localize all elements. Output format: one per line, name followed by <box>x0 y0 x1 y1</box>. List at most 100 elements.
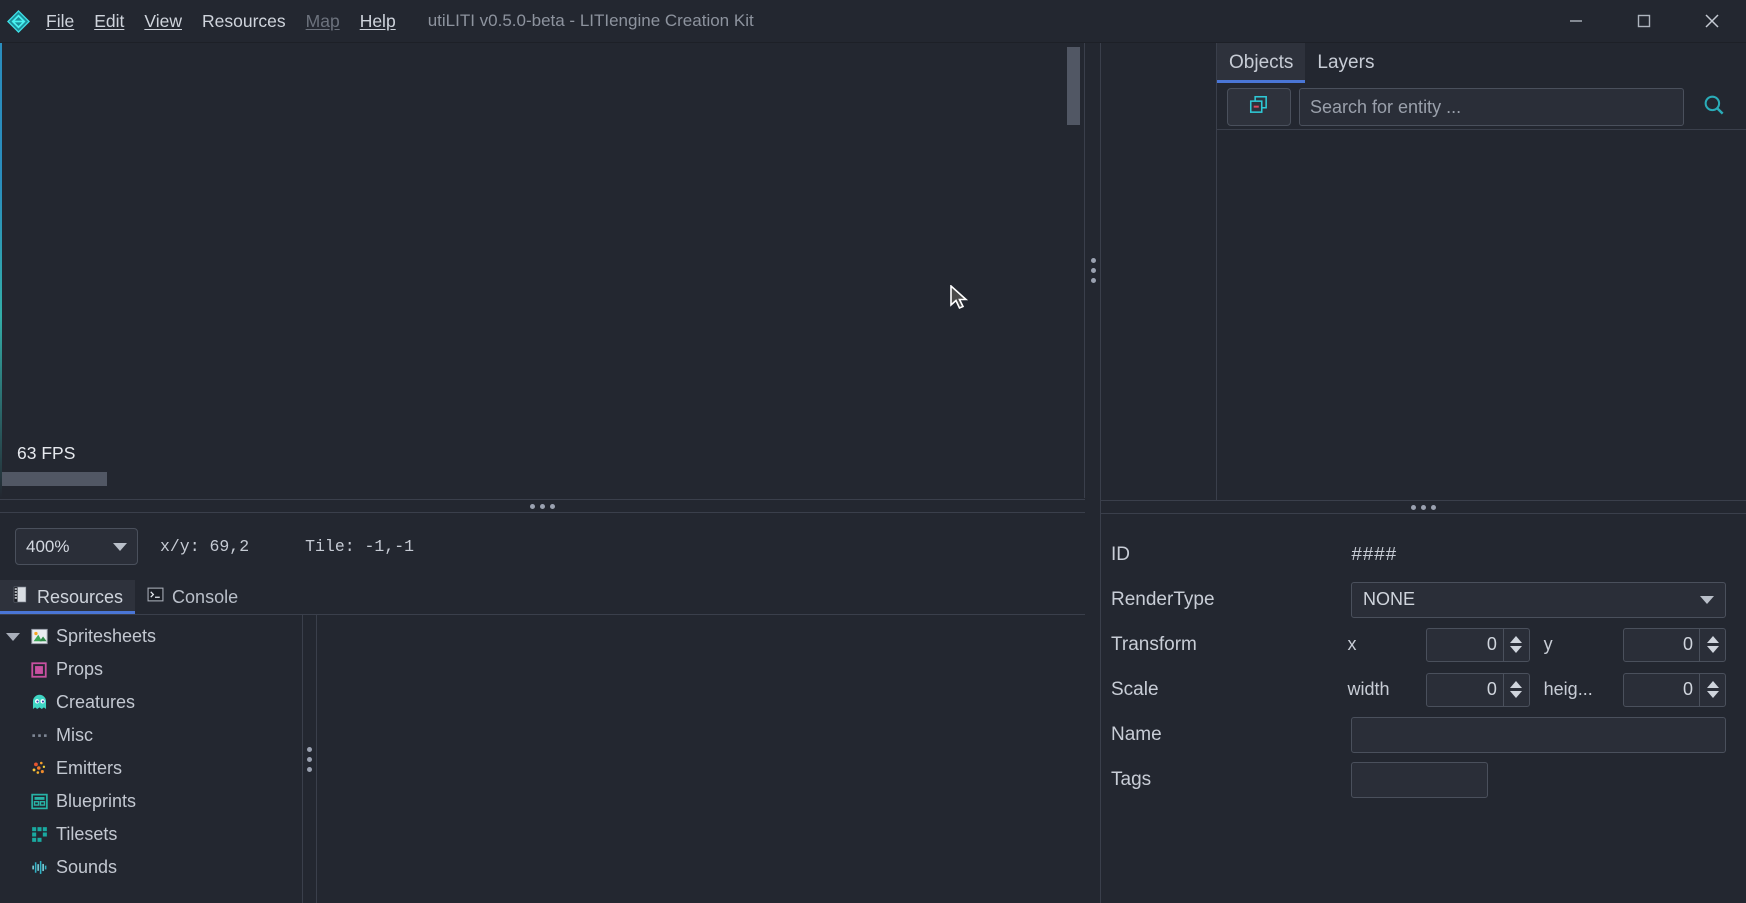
name-input[interactable] <box>1351 716 1726 753</box>
tab-resources-label: Resources <box>37 586 124 607</box>
scale-height-stepper[interactable]: 0 <box>1622 672 1726 707</box>
chevron-down-icon <box>113 542 127 551</box>
tab-objects[interactable]: Objects <box>1217 43 1306 83</box>
resources-vertical-splitter[interactable] <box>303 615 317 903</box>
menu-file-label: File <box>46 10 75 31</box>
resource-detail-panel <box>318 615 1085 903</box>
menu-help[interactable]: Help <box>350 0 406 43</box>
main-vertical-splitter[interactable] <box>1086 43 1100 498</box>
property-row-name: Name <box>1106 712 1726 757</box>
objects-panel: Objects Layers <box>1217 43 1746 500</box>
rendertype-label: RenderType <box>1111 588 1215 610</box>
tree-node-label: Props <box>56 659 104 679</box>
canvas-bottom-splitter[interactable] <box>0 499 1085 513</box>
tab-layers-label: Layers <box>1317 52 1375 73</box>
id-value: #### <box>1351 543 1397 566</box>
menu-edit[interactable]: Edit <box>84 0 134 43</box>
menu-view[interactable]: View <box>134 0 192 43</box>
canvas-vertical-scrollbar[interactable] <box>1065 45 1082 485</box>
status-bar: 400% x/y: 69,2 Tile: -1,-1 <box>0 513 1085 580</box>
mouse-cursor-icon <box>950 284 972 318</box>
objects-tab-bar: Objects Layers <box>1217 43 1746 83</box>
stepper-arrows-icon[interactable] <box>1699 628 1725 661</box>
stepper-arrows-icon[interactable] <box>1502 628 1529 661</box>
transform-x-value[interactable]: 0 <box>1427 629 1503 661</box>
scale-width-value[interactable]: 0 <box>1427 674 1503 706</box>
duplicate-remove-icon <box>1248 94 1270 121</box>
splitter-grip-icon <box>1090 258 1096 283</box>
stepper-arrows-icon[interactable] <box>1699 673 1725 706</box>
app-window: File Edit View Resources Map Help utiLIT… <box>0 0 1746 903</box>
entity-list[interactable] <box>1217 129 1746 500</box>
tab-console[interactable]: Console <box>135 580 250 614</box>
transform-label: Transform <box>1111 633 1197 655</box>
property-row-rendertype: RenderType NONE <box>1106 577 1726 622</box>
tree-node-sounds[interactable]: Sounds <box>0 851 302 884</box>
map-canvas-pane[interactable]: 63 FPS <box>0 43 1085 498</box>
tree-node-label: Spritesheets <box>56 626 157 646</box>
search-icon-button[interactable] <box>1692 88 1736 126</box>
chevron-down-icon <box>1700 595 1714 604</box>
objects-outer: Objects Layers <box>1101 43 1746 500</box>
tree-node-spritesheets[interactable]: Spritesheets <box>0 620 302 653</box>
tags-label: Tags <box>1111 768 1152 790</box>
stepper-arrows-icon[interactable] <box>1502 673 1529 706</box>
zoom-select[interactable]: 400% <box>15 528 138 565</box>
tilesets-icon <box>26 825 52 844</box>
scale-height-label: heig... <box>1543 679 1593 699</box>
tree-node-props[interactable]: Props <box>0 653 302 686</box>
rendertype-select-value: NONE <box>1363 589 1416 609</box>
property-row-tags: Tags <box>1106 757 1726 802</box>
layer-preview-gutter <box>1101 43 1227 500</box>
tab-console-label: Console <box>172 586 239 607</box>
tile-coordinates: Tile: -1,-1 <box>305 537 415 556</box>
tab-layers[interactable]: Layers <box>1305 43 1386 83</box>
creatures-icon <box>26 693 52 712</box>
menu-map: Map <box>296 0 350 43</box>
property-row-id: ID #### <box>1106 532 1726 577</box>
cursor-coordinates: x/y: 69,2 <box>160 537 250 556</box>
right-pane: Objects Layers Search for entity ... ID … <box>1100 43 1746 903</box>
map-canvas[interactable] <box>0 43 1066 480</box>
tree-node-label: Tilesets <box>56 824 118 844</box>
rendertype-select[interactable]: NONE <box>1351 581 1726 618</box>
props-icon <box>26 661 52 679</box>
minimize-button[interactable] <box>1542 0 1610 43</box>
canvas-vertical-scrollbar-thumb[interactable] <box>1067 47 1080 125</box>
tree-node-misc[interactable]: Misc <box>0 719 302 752</box>
menu-file[interactable]: File <box>36 0 84 43</box>
resources-icon <box>12 586 29 608</box>
transform-y-stepper[interactable]: 0 <box>1622 627 1726 662</box>
tree-node-emitters[interactable]: Emitters <box>0 752 302 785</box>
maximize-button[interactable] <box>1610 0 1678 43</box>
transform-x-label: x <box>1347 634 1357 654</box>
menu-resources[interactable]: Resources <box>192 0 296 43</box>
tree-node-creatures[interactable]: Creatures <box>0 686 302 719</box>
transform-y-value[interactable]: 0 <box>1624 629 1700 661</box>
tree-node-blueprints[interactable]: Blueprints <box>0 785 302 818</box>
blueprints-icon <box>26 792 52 811</box>
scale-width-stepper[interactable]: 0 <box>1426 672 1530 707</box>
chevron-expanded-icon[interactable] <box>0 632 26 641</box>
tab-resources[interactable]: Resources <box>0 580 136 614</box>
id-label: ID <box>1111 543 1130 565</box>
menu-map-label: Map <box>305 10 340 31</box>
spritesheet-icon <box>26 627 52 646</box>
properties-splitter[interactable] <box>1101 500 1746 514</box>
canvas-horizontal-scrollbar[interactable] <box>0 471 1068 488</box>
tree-node-label: Emitters <box>56 758 123 778</box>
resource-tree[interactable]: Spritesheets Props Creatures Misc Emitte… <box>0 615 302 903</box>
duplicate-remove-icon-button[interactable] <box>1227 88 1291 126</box>
tree-node-label: Blueprints <box>56 791 137 811</box>
tags-input[interactable] <box>1351 761 1488 798</box>
close-button[interactable] <box>1678 0 1746 43</box>
tree-node-label: Misc <box>56 725 93 745</box>
entity-properties-form: ID #### RenderType NONE Transform x 0 y <box>1101 514 1746 903</box>
tree-node-label: Sounds <box>56 857 118 877</box>
name-label: Name <box>1111 723 1162 745</box>
scale-height-value[interactable]: 0 <box>1624 674 1700 706</box>
search-input[interactable] <box>1299 88 1684 126</box>
tree-node-tilesets[interactable]: Tilesets <box>0 818 302 851</box>
transform-x-stepper[interactable]: 0 <box>1426 627 1530 662</box>
canvas-horizontal-scrollbar-thumb[interactable] <box>2 472 107 486</box>
